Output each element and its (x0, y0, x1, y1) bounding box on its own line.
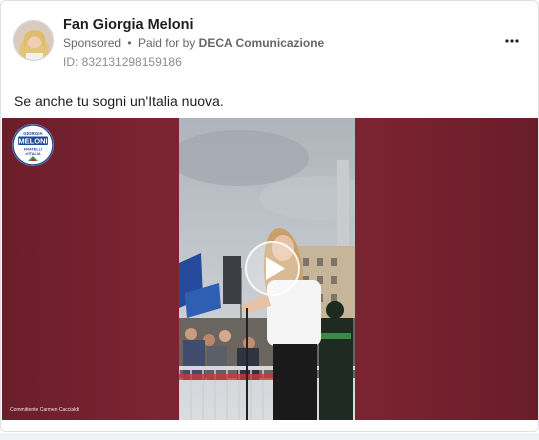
post-caption: Se anche tu sogni un'Italia nuova. (14, 93, 224, 109)
play-icon (266, 257, 285, 280)
more-horizontal-icon (505, 39, 519, 43)
page-avatar[interactable] (13, 20, 54, 61)
feed-divider (0, 433, 539, 440)
paid-for-prefix: Paid for by (137, 36, 196, 50)
separator-dot: • (127, 36, 132, 50)
logo-sub-text-2: d'ITALIA (25, 152, 40, 156)
video-credit: Committente Carmen Caccialdi (10, 407, 80, 413)
sponsored-label: Sponsored (63, 36, 122, 50)
video-media[interactable]: GIORGIA MELONI FRATELLI d'ITALIA Committ… (2, 118, 538, 420)
payer-name[interactable]: DECA Comunicazione (199, 36, 325, 50)
post-header: Fan Giorgia Meloni Sponsored • Paid for … (13, 17, 526, 71)
logo-sub-text-1: FRATELLI (24, 148, 42, 152)
ad-id: ID: 832131298159186 (63, 55, 182, 69)
ad-post-card: Fan Giorgia Meloni Sponsored • Paid for … (0, 0, 539, 432)
play-button[interactable] (245, 241, 300, 296)
page-name[interactable]: Fan Giorgia Meloni (63, 17, 194, 33)
logo-top-text: GIORGIA (23, 131, 43, 136)
more-options-button[interactable] (500, 31, 524, 51)
party-logo: GIORGIA MELONI FRATELLI d'ITALIA (12, 124, 54, 166)
sponsorship-line: Sponsored • Paid for by DECA Comunicazio… (63, 36, 324, 50)
logo-name-text: MELONI (18, 137, 47, 146)
